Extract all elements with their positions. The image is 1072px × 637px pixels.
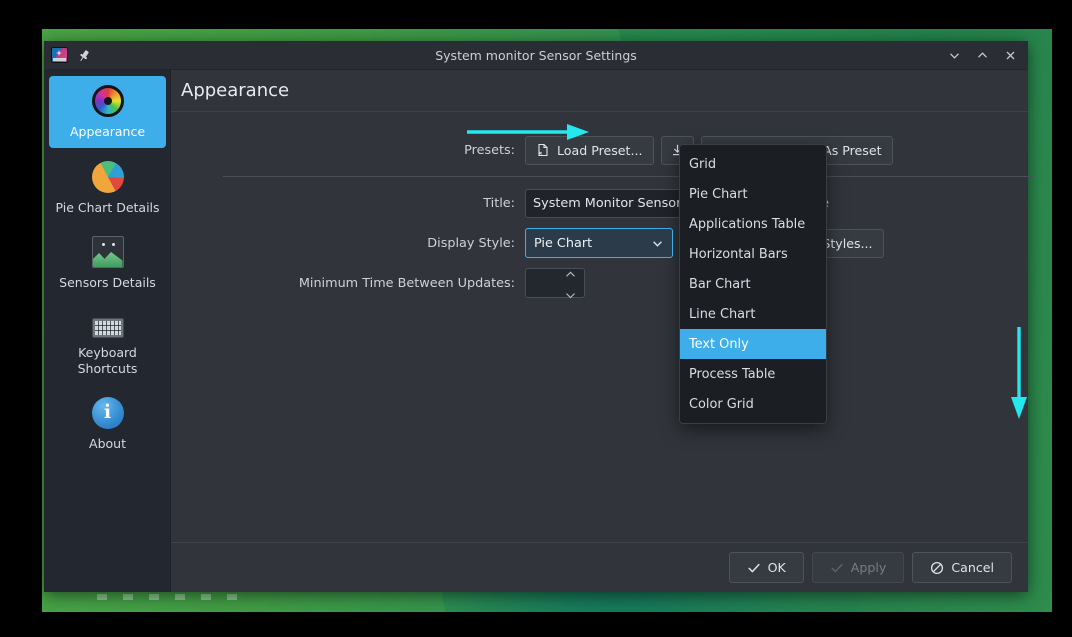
info-icon: i [92, 397, 124, 429]
chevron-down-icon[interactable] [565, 284, 576, 303]
chevron-up-icon[interactable] [565, 263, 576, 282]
page-header: Appearance [171, 70, 1028, 112]
appearance-form: Presets: Load Preset... [171, 112, 1028, 542]
presets-row: Presets: Load Preset... [197, 130, 1002, 170]
display-style-combobox[interactable]: Pie Chart [525, 228, 673, 258]
dropdown-option-horizontal-bars[interactable]: Horizontal Bars [680, 239, 826, 269]
titlebar-left-icons [44, 47, 91, 63]
pie-chart-icon [92, 161, 124, 193]
window-controls [942, 44, 1028, 66]
window-close-button[interactable] [998, 44, 1022, 66]
settings-sidebar: Appearance Pie Chart Details Sensors Det… [44, 70, 171, 592]
load-preset-label: Load Preset... [557, 143, 643, 158]
window-title: System monitor Sensor Settings [44, 48, 1028, 63]
apply-button[interactable]: Apply [812, 552, 905, 583]
display-style-row: Display Style: Pie Chart [197, 223, 1002, 263]
dropdown-option-pie-chart[interactable]: Pie Chart [680, 179, 826, 209]
dropdown-option-grid[interactable]: Grid [680, 149, 826, 179]
dropdown-option-process-table[interactable]: Process Table [680, 359, 826, 389]
settings-window: System monitor Sensor Settings Appearanc… [44, 41, 1028, 592]
keyboard-icon [92, 318, 124, 338]
spinner-arrows[interactable] [565, 263, 576, 303]
sidebar-item-pie-chart-details[interactable]: Pie Chart Details [49, 152, 166, 224]
page-title: Appearance [181, 80, 289, 101]
window-maximize-button[interactable] [970, 44, 994, 66]
cancel-label: Cancel [951, 560, 994, 575]
update-interval-spinbox[interactable] [525, 268, 585, 298]
dropdown-option-text-only[interactable]: Text Only [680, 329, 826, 359]
checkmark-icon [747, 561, 761, 575]
dropdown-option-color-grid[interactable]: Color Grid [680, 389, 826, 419]
window-body: Appearance Pie Chart Details Sensors Det… [44, 70, 1028, 592]
sidebar-item-appearance[interactable]: Appearance [49, 76, 166, 148]
checkmark-icon [830, 561, 844, 575]
cancel-button[interactable]: Cancel [912, 552, 1012, 583]
dropdown-option-bar-chart[interactable]: Bar Chart [680, 269, 826, 299]
document-open-icon [536, 143, 550, 157]
apply-label: Apply [851, 560, 887, 575]
sidebar-item-label: About [89, 436, 126, 452]
display-style-dropdown-list[interactable]: Grid Pie Chart Applications Table Horizo… [679, 144, 827, 424]
settings-content: Appearance Presets: Load P [171, 70, 1028, 592]
color-wheel-icon [92, 85, 124, 117]
title-row: Title: Show Title [197, 183, 1002, 223]
update-interval-row: Minimum Time Between Updates: [197, 263, 1002, 303]
title-label: Title: [197, 196, 525, 211]
sidebar-item-label: Sensors Details [59, 275, 156, 291]
sidebar-item-sensors-details[interactable]: Sensors Details [49, 227, 166, 299]
sidebar-item-label: Keyboard Shortcuts [53, 345, 162, 376]
cancel-icon [930, 561, 944, 575]
update-interval-label: Minimum Time Between Updates: [197, 276, 525, 291]
sidebar-item-about[interactable]: i About [49, 388, 166, 460]
sidebar-item-keyboard-shortcuts[interactable]: Keyboard Shortcuts [49, 303, 166, 384]
ok-button[interactable]: OK [729, 552, 804, 583]
pin-icon[interactable] [77, 48, 91, 62]
dialog-button-bar: OK Apply Cancel [171, 542, 1028, 592]
ok-label: OK [768, 560, 786, 575]
dropdown-option-applications-table[interactable]: Applications Table [680, 209, 826, 239]
display-style-value: Pie Chart [534, 236, 651, 251]
chevron-down-icon [651, 237, 664, 250]
vertical-arrow-annotation [1007, 325, 1031, 425]
window-titlebar[interactable]: System monitor Sensor Settings [44, 41, 1028, 70]
sidebar-item-label: Pie Chart Details [55, 200, 159, 216]
load-preset-button[interactable]: Load Preset... [525, 136, 654, 165]
desktop-dots-decoration [97, 594, 237, 600]
sidebar-item-label: Appearance [70, 124, 145, 140]
system-monitor-app-icon [51, 47, 68, 63]
display-style-label: Display Style: [197, 236, 525, 251]
presets-label: Presets: [197, 143, 525, 158]
dropdown-option-line-chart[interactable]: Line Chart [680, 299, 826, 329]
form-separator [223, 176, 1033, 177]
window-minimize-button[interactable] [942, 44, 966, 66]
sensors-chart-icon [92, 236, 124, 268]
